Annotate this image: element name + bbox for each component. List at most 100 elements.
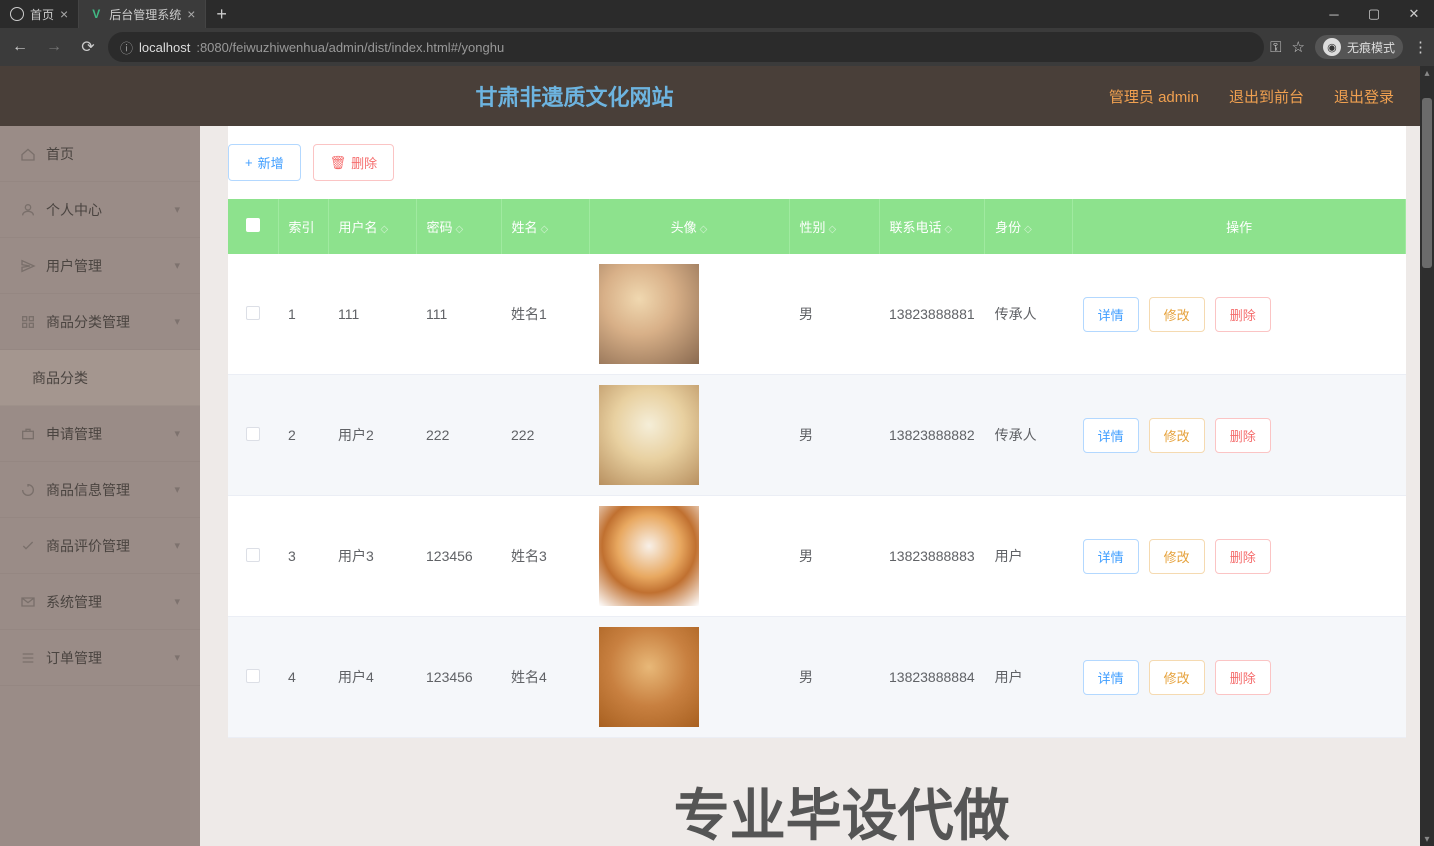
url-path: :8080/feiwuzhiwenhua/admin/dist/index.ht… (196, 40, 504, 55)
detail-button[interactable]: 详情 (1083, 297, 1139, 332)
cell-identity: 传承人 (985, 375, 1073, 496)
cell-index: 4 (278, 617, 328, 738)
scroll-thumb[interactable] (1422, 98, 1432, 268)
maximize-button[interactable]: ▢ (1354, 0, 1394, 28)
edit-button[interactable]: 修改 (1149, 539, 1205, 574)
delete-row-button[interactable]: 删除 (1215, 297, 1271, 332)
cell-phone: 13823888884 (879, 617, 985, 738)
key-icon[interactable]: ⚿ (1270, 39, 1281, 56)
cell-phone: 13823888883 (879, 496, 985, 617)
reload-button[interactable]: ⟳ (74, 33, 102, 61)
cell-password: 111 (416, 254, 501, 375)
address-bar[interactable]: ⓘ localhost:8080/feiwuzhiwenhua/admin/di… (108, 32, 1264, 62)
top-bar: 甘肃非遗质文化网站 管理员 admin 退出到前台 退出登录 (0, 66, 1434, 126)
detail-button[interactable]: 详情 (1083, 418, 1139, 453)
col-index: 索引 (289, 220, 315, 235)
table-row: 2用户2222222男13823888882传承人详情修改删除 (228, 375, 1406, 496)
edit-button[interactable]: 修改 (1149, 418, 1205, 453)
menu-icon[interactable]: ⋮ (1413, 38, 1428, 56)
logout-link[interactable]: 退出登录 (1334, 86, 1394, 107)
sidebar-item-8[interactable]: 系统管理▾ (0, 574, 200, 630)
cell-name: 222 (501, 375, 589, 496)
chevron-down-icon: ▾ (174, 483, 180, 496)
sidebar-item-1[interactable]: 个人中心 ▾ (0, 182, 200, 238)
row-checkbox[interactable] (246, 427, 260, 441)
plus-icon: + (245, 155, 253, 170)
trash-icon: 🗑 (330, 155, 347, 171)
close-window-button[interactable]: ✕ (1394, 0, 1434, 28)
cell-index: 3 (278, 496, 328, 617)
sidebar-item-7[interactable]: 商品评价管理 ▾ (0, 518, 200, 574)
sort-icon[interactable]: ◇ (456, 224, 464, 235)
sidebar-item-6[interactable]: 商品信息管理▾ (0, 462, 200, 518)
close-icon[interactable]: × (60, 6, 68, 22)
favorite-icon[interactable]: ☆ (1292, 38, 1305, 56)
sort-icon[interactable]: ◇ (1024, 224, 1032, 235)
sidebar-item-label: 申请管理 (46, 424, 102, 444)
main-content: + 新增 🗑 删除 索引 用户名◇ 密码◇ (200, 126, 1434, 846)
minimize-button[interactable]: ─ (1314, 0, 1354, 28)
sidebar-item-9[interactable]: 订单管理▾ (0, 630, 200, 686)
row-checkbox[interactable] (246, 306, 260, 320)
cell-identity: 传承人 (985, 254, 1073, 375)
back-button[interactable]: ← (6, 33, 34, 61)
delete-row-button[interactable]: 删除 (1215, 418, 1271, 453)
user-table: 索引 用户名◇ 密码◇ 姓名◇ 头像◇ 性别◇ 联系电话◇ 身份◇ 操作 111… (228, 199, 1406, 738)
sidebar-item-label: 商品分类 (32, 368, 88, 388)
edit-button[interactable]: 修改 (1149, 297, 1205, 332)
cell-username: 用户2 (328, 375, 416, 496)
sidebar-item-label: 个人中心 (46, 200, 102, 220)
close-icon[interactable]: × (187, 6, 195, 22)
sidebar-item-label: 首页 (46, 144, 74, 164)
scrollbar[interactable]: ▴ ▾ (1420, 66, 1434, 846)
col-password: 密码 (427, 220, 453, 235)
sort-icon[interactable]: ◇ (381, 224, 389, 235)
edit-button[interactable]: 修改 (1149, 660, 1205, 695)
sidebar-item-2[interactable]: 用户管理▾ (0, 238, 200, 294)
sidebar-item-5[interactable]: 申请管理▾ (0, 406, 200, 462)
delete-row-button[interactable]: 删除 (1215, 539, 1271, 574)
sort-icon[interactable]: ◇ (700, 224, 708, 235)
sidebar-item-0[interactable]: 首页 (0, 126, 200, 182)
incognito-label: 无痕模式 (1347, 39, 1395, 56)
row-checkbox[interactable] (246, 669, 260, 683)
scroll-down-icon[interactable]: ▾ (1420, 832, 1434, 846)
browser-tab-1[interactable]: V 后台管理系统 × (79, 0, 206, 28)
delete-button[interactable]: 🗑 删除 (313, 144, 395, 181)
sort-icon[interactable]: ◇ (945, 224, 953, 235)
incognito-badge: ◉ 无痕模式 (1315, 35, 1403, 59)
browser-tab-0[interactable]: 首页 × (0, 0, 79, 28)
incognito-icon: ◉ (1323, 38, 1341, 56)
new-tab-button[interactable]: + (206, 4, 237, 25)
cell-name: 姓名1 (501, 254, 589, 375)
sidebar-item-3[interactable]: 商品分类管理▾ (0, 294, 200, 350)
back-front-link[interactable]: 退出到前台 (1229, 86, 1304, 107)
page: 甘肃非遗质文化网站 管理员 admin 退出到前台 退出登录 首页个人中心 ▾ 用户… (0, 66, 1434, 846)
admin-link[interactable]: 管理员 admin (1109, 86, 1199, 107)
detail-button[interactable]: 详情 (1083, 539, 1139, 574)
delete-row-button[interactable]: 删除 (1215, 660, 1271, 695)
add-button[interactable]: + 新增 (228, 144, 301, 181)
sort-icon[interactable]: ◇ (829, 224, 837, 235)
sidebar-item-label: 商品评价管理 (46, 536, 130, 556)
sidebar-item-label: 商品分类管理 (46, 312, 130, 332)
delete-label: 删除 (351, 153, 377, 172)
cell-identity: 用户 (985, 496, 1073, 617)
cell-password: 123456 (416, 496, 501, 617)
row-checkbox[interactable] (246, 548, 260, 562)
scroll-up-icon[interactable]: ▴ (1420, 66, 1434, 80)
watermark-text: 专业毕设代做 (674, 771, 1010, 846)
cell-gender: 男 (789, 496, 879, 617)
select-all-checkbox[interactable] (246, 218, 260, 232)
cell-username: 111 (328, 254, 416, 375)
chevron-down-icon: ▾ (174, 203, 180, 216)
chevron-down-icon: ▾ (174, 595, 180, 608)
sort-icon[interactable]: ◇ (541, 224, 549, 235)
chevron-down-icon: ▾ (174, 539, 180, 552)
info-icon: ⓘ (120, 38, 133, 57)
sidebar-item-4[interactable]: 商品分类 (0, 350, 200, 406)
send-icon (20, 258, 36, 274)
detail-button[interactable]: 详情 (1083, 660, 1139, 695)
forward-button[interactable]: → (40, 33, 68, 61)
refresh-icon (20, 482, 36, 498)
